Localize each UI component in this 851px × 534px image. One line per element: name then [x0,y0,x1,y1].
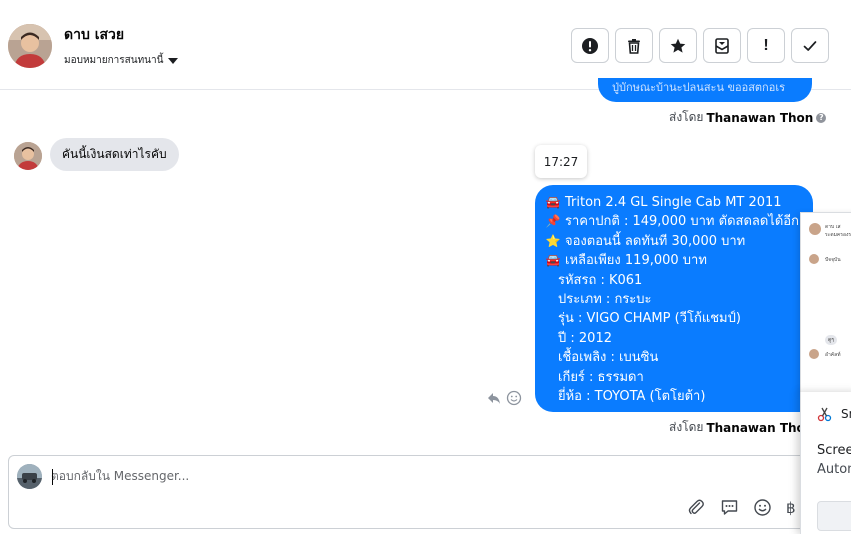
message-line: เกียร์ : ธรรมดา [545,368,813,387]
message-line: รุ่น : VIGO CHAMP (วีโก้แชมป์) [545,309,813,328]
star-icon [670,38,686,53]
message-line: ยี่ห้อ : TOYOTA (โตโยต้า) [545,387,813,406]
reply-input[interactable] [51,466,751,486]
sent-by-prefix: ส่งโดย [669,110,704,124]
outgoing-message-bubble-previous[interactable]: ปู่บักษณะบ้านะปลนสะน ขออสตกอเร [598,78,812,102]
conversation-header: ดาบ เสวย มอบหมายการสนทนานี้ ! [0,0,851,90]
help-icon[interactable]: ? [816,112,827,123]
archive-icon [715,37,729,54]
previous-message-text: ปู่บักษณะบ้านะปลนสะน ขออสตกอเร [612,81,785,94]
message-line: รหัสรถ : K061 [545,271,813,290]
assign-conversation-dropdown[interactable]: มอบหมายการสนทนานี้ [64,53,179,68]
message-actions [486,390,522,406]
reply-composer: ฿ [8,455,808,529]
sent-by-prefix: ส่งโดย [669,420,704,434]
message-line-text: ปี : 2012 [558,330,612,346]
follow-up-label: ! [763,36,769,54]
smiley-icon[interactable] [506,390,522,406]
scissors-icon [817,407,832,422]
currency-button[interactable]: ฿ [786,499,800,517]
notification-subtitle: Autom [817,462,851,477]
delete-button[interactable] [615,28,653,63]
message-line-text: เกียร์ : ธรรมดา [558,369,644,385]
preview-avatar [809,223,821,235]
preview-avatar [809,349,819,359]
caret-down-icon [168,57,179,64]
message-line: เชื้อเพลิง : เบนซิน [545,348,813,367]
message-line: ⭐ จองตอนนี้ ลดทันที 30,000 บาท [545,232,813,251]
preview-line: อำคัลท์ [825,352,841,358]
preview-avatar [809,254,819,264]
message-line-text: ประเภท : กระบะ [558,292,652,308]
system-notification[interactable]: Sn Screen Autom [800,392,851,534]
contact-avatar-small[interactable] [14,142,42,170]
page-avatar [17,464,42,489]
check-icon [803,40,817,51]
paperclip-icon[interactable] [687,498,706,517]
notification-action-button[interactable] [817,501,851,531]
message-line-text: ยี่ห้อ : TOYOTA (โตโยต้า) [558,389,706,405]
sent-by-label: ส่งโดย Thanawan Thon [669,418,813,437]
car-emoji-icon: 🚘 [545,253,561,268]
message-line-text: รหัสรถ : K061 [558,272,643,288]
mark-done-button[interactable] [791,28,829,63]
message-line: 🚘 Triton 2.4 GL Single Cab MT 2011 [545,193,813,212]
preview-line: ระดมครองร [825,232,851,238]
message-line-text: รุ่น : VIGO CHAMP (วีโก้แชมป์) [558,311,741,327]
message-line-text: ราคาปกติ : 149,000 บาท ตัดสดลดได้อีก [565,214,799,230]
incoming-message-bubble[interactable]: คันนี้เงินสดเท่าไรคับ [50,138,179,171]
contact-name[interactable]: ดาบ เสวย [64,24,124,46]
sent-by-name: Thanawan Thon [706,110,814,125]
star-button[interactable] [659,28,697,63]
chat-bubble-icon[interactable] [720,498,739,517]
preview-line: ปัจจุบัน [825,257,841,263]
archive-button[interactable] [703,28,741,63]
notification-title: Screen [817,443,851,458]
trash-icon [628,38,640,54]
message-line: ปี : 2012 [545,329,813,348]
assign-label: มอบหมายการสนทนานี้ [64,55,164,66]
conversation-toolbar: ! [571,28,829,63]
sent-by-name: Thanawan Thon [706,420,814,435]
reply-icon[interactable] [486,390,502,406]
message-line: ประเภท : กระบะ [545,290,813,309]
message-line-text: เชื้อเพลิง : เบนซิน [558,350,659,366]
message-line: 🚘 เหลือเพียง 119,000 บาท [545,251,813,270]
star-emoji-icon: ⭐ [545,233,561,248]
message-line: 📌 ราคาปกติ : 149,000 บาท ตัดสดลดได้อีก [545,212,813,231]
outgoing-message-bubble[interactable]: 🚘 Triton 2.4 GL Single Cab MT 2011 📌 ราคาป… [535,185,813,412]
text-cursor [52,469,53,485]
message-line-text: จองตอนนี้ ลดทันที 30,000 บาท [565,233,746,249]
composer-tools: ฿ [687,498,800,517]
chat-preview-popup[interactable]: ดาบ เส ระดมครองร ปัจจุบัน ดูๆ อำคัลท์ [800,212,851,392]
mark-spam-button[interactable] [571,28,609,63]
message-line-text: Triton 2.4 GL Single Cab MT 2011 [565,195,782,210]
pin-emoji-icon: 📌 [545,214,561,229]
car-emoji-icon: 🚘 [545,195,561,209]
alert-circle-icon [582,37,598,54]
notification-app-name: Sn [841,407,851,421]
preview-name: ดาบ เส [825,224,841,230]
follow-up-button[interactable]: ! [747,28,785,63]
sent-by-label: ส่งโดย Thanawan Thon ? [669,108,827,127]
message-timestamp-tooltip: 17:27 [535,145,587,178]
message-line-text: เหลือเพียง 119,000 บาท [565,253,707,269]
preview-bubble: ดูๆ [825,335,837,345]
smiley-icon[interactable] [753,498,772,517]
contact-avatar[interactable] [8,24,52,68]
